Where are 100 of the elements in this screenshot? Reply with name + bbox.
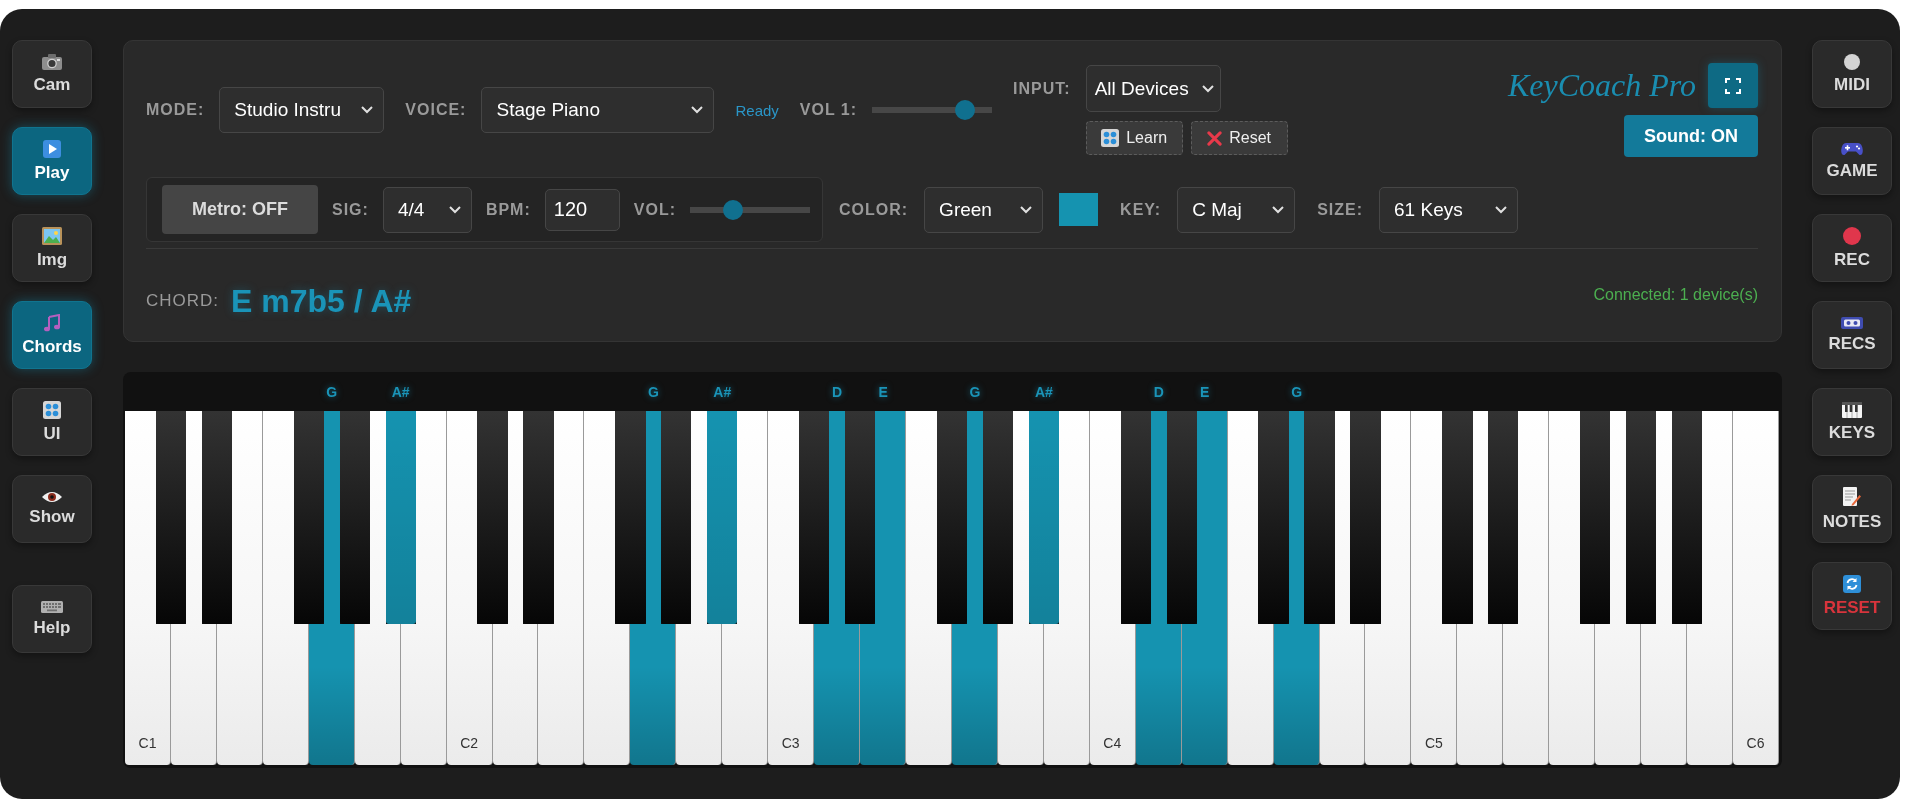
voice-select[interactable]: Stage Piano: [481, 87, 715, 133]
piano-key[interactable]: [814, 624, 861, 765]
sharp-key[interactable]: [1580, 411, 1611, 624]
sharp-key[interactable]: [661, 411, 692, 624]
piano-key[interactable]: [952, 624, 998, 765]
piano-key[interactable]: C4: [1089, 624, 1136, 765]
cassette-icon: [1841, 316, 1863, 329]
metronome-toggle-button[interactable]: Metro: OFF: [162, 185, 318, 234]
sidebar-button[interactable]: KEYS: [1812, 388, 1892, 456]
sidebar-button[interactable]: Show: [12, 475, 92, 543]
sidebar-button[interactable]: REC: [1812, 214, 1892, 282]
piano-key[interactable]: [216, 624, 263, 765]
input-select[interactable]: All Devices: [1085, 65, 1221, 112]
sharp-key[interactable]: [293, 411, 324, 624]
key-label: KEY:: [1120, 200, 1162, 219]
sharp-key[interactable]: [155, 411, 187, 624]
note-label: E: [878, 383, 888, 400]
color-select[interactable]: Green: [924, 186, 1044, 233]
note-label: G: [1291, 383, 1302, 400]
piano-key[interactable]: [1687, 624, 1734, 765]
learn-button[interactable]: Learn: [1085, 121, 1183, 155]
camera-icon: [42, 53, 62, 70]
key-select[interactable]: C Maj: [1177, 186, 1296, 233]
sharp-key[interactable]: [1671, 411, 1703, 624]
piano-key[interactable]: [354, 624, 401, 765]
sharp-key[interactable]: [201, 411, 233, 624]
piano-key[interactable]: [262, 624, 309, 765]
piano-key-top[interactable]: [553, 411, 585, 624]
sidebar-button[interactable]: UI: [12, 388, 92, 456]
piano-key[interactable]: [906, 624, 952, 765]
sound-toggle-button[interactable]: Sound: ON: [1624, 115, 1758, 157]
piano-key[interactable]: [1365, 624, 1412, 765]
piano-key[interactable]: [1641, 624, 1688, 765]
piano-key[interactable]: C2: [446, 624, 493, 765]
sharp-key[interactable]: [936, 411, 968, 624]
fullscreen-icon: [1725, 77, 1741, 94]
mode-select[interactable]: Studio Instru: [219, 87, 385, 133]
sharp-key[interactable]: [982, 411, 1014, 624]
piano-key[interactable]: [400, 624, 447, 765]
slider-thumb[interactable]: [955, 100, 976, 120]
piano-key[interactable]: [1503, 624, 1550, 765]
connection-status: Connected: 1 device(s): [1593, 286, 1758, 304]
piano-key-top[interactable]: [1227, 411, 1259, 624]
piano-key[interactable]: C3: [768, 624, 815, 765]
piano-key[interactable]: [1595, 624, 1642, 765]
keyboard-icon: [41, 600, 63, 613]
note-label: A#: [713, 383, 732, 400]
piano-key[interactable]: [1273, 624, 1320, 765]
sharp-key[interactable]: [1626, 411, 1657, 624]
sidebar-button[interactable]: MIDI: [1812, 40, 1892, 108]
piano-key[interactable]: [308, 624, 355, 765]
sidebar-button[interactable]: Chords: [12, 301, 92, 369]
sharp-key[interactable]: [1488, 411, 1519, 624]
signature-select[interactable]: 4/4: [382, 186, 472, 233]
reset-button[interactable]: Reset: [1190, 121, 1288, 155]
sidebar-button[interactable]: Img: [12, 214, 92, 282]
chevron-down-icon: [691, 106, 704, 114]
slider-thumb[interactable]: [723, 199, 743, 220]
sidebar-button[interactable]: RECS: [1812, 301, 1892, 369]
piano-key-top[interactable]: [1196, 411, 1228, 624]
piano-key[interactable]: C1: [125, 624, 171, 765]
app-logo: KeyCoach Pro: [1507, 67, 1696, 104]
piano-key-top[interactable]: [1411, 411, 1443, 624]
color-swatch-icon[interactable]: [1059, 193, 1099, 226]
piano-key[interactable]: [1043, 624, 1090, 765]
piano-key-top[interactable]: [1549, 411, 1581, 624]
color-label: COLOR:: [839, 200, 909, 219]
bpm-field[interactable]: 120: [544, 188, 620, 231]
sidebar-button[interactable]: Cam: [12, 40, 92, 108]
piano-key[interactable]: C5: [1411, 624, 1458, 765]
piano-key[interactable]: [538, 624, 585, 765]
control-knobs-icon: [43, 400, 61, 419]
fullscreen-button[interactable]: [1708, 63, 1758, 108]
piano-keys-icon: [1842, 401, 1862, 418]
chevron-down-icon: [1272, 205, 1285, 214]
piano-key[interactable]: [1227, 624, 1274, 765]
piano-key[interactable]: [722, 624, 769, 765]
piano-key[interactable]: [630, 624, 677, 765]
piano-key[interactable]: [1319, 624, 1366, 765]
piano-key-top[interactable]: [446, 411, 478, 624]
piano-key[interactable]: C6: [1733, 624, 1779, 765]
sharp-key[interactable]: [1120, 411, 1151, 624]
sidebar-button[interactable]: Play: [12, 127, 92, 195]
sidebar-button[interactable]: Help: [12, 585, 92, 653]
piano-key[interactable]: [170, 624, 217, 765]
piano-key[interactable]: [676, 624, 723, 765]
sidebar-button[interactable]: GAME: [1812, 127, 1892, 195]
piano-key[interactable]: [860, 624, 907, 765]
piano-key-top[interactable]: [1380, 411, 1412, 624]
piano-key[interactable]: [1135, 624, 1182, 765]
piano-key[interactable]: [997, 624, 1044, 765]
size-select[interactable]: 61 Keys: [1379, 186, 1519, 233]
piano-key[interactable]: [492, 624, 539, 765]
note-label: E: [1200, 383, 1210, 400]
piano-key[interactable]: [1457, 624, 1504, 765]
piano-key[interactable]: [1181, 624, 1228, 765]
piano-key[interactable]: [584, 624, 631, 765]
sidebar-button[interactable]: NOTES: [1812, 475, 1892, 543]
piano-key-top[interactable]: [584, 411, 616, 624]
piano-key[interactable]: [1549, 624, 1596, 765]
